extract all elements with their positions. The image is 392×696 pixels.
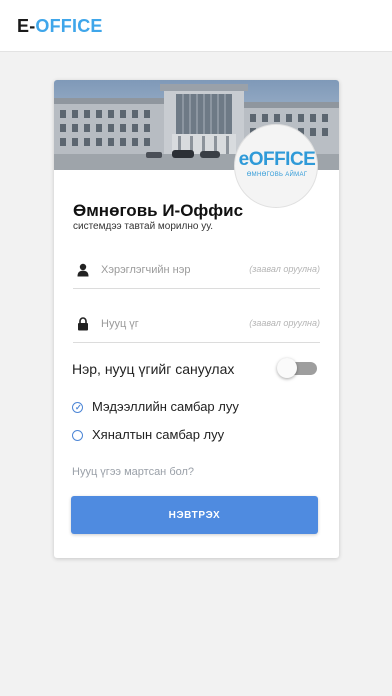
login-card: eOFFICE ӨМНӨГОВЬ АЙМАГ Өмнөговь И-Оффис … bbox=[54, 80, 339, 558]
username-input[interactable] bbox=[101, 260, 241, 280]
destination-label: Хяналтын самбар луу bbox=[92, 427, 225, 442]
lock-icon bbox=[77, 317, 89, 331]
page-title: Өмнөговь И-Оффис bbox=[73, 201, 244, 220]
password-required-hint: (заавал оруулна) bbox=[249, 318, 320, 328]
radio-unchecked-icon bbox=[72, 430, 83, 441]
remember-toggle[interactable] bbox=[277, 358, 319, 378]
user-icon bbox=[77, 263, 89, 277]
logo-wordmark: eOFFICE bbox=[238, 149, 316, 170]
forgot-password-link[interactable]: Нууц үгээ мартсан бол? bbox=[72, 466, 194, 478]
app-header: E-OFFICE bbox=[0, 0, 392, 52]
app-brand: E-OFFICE bbox=[17, 15, 103, 37]
username-required-hint: (заавал оруулна) bbox=[249, 264, 320, 274]
password-input[interactable] bbox=[101, 314, 241, 334]
toggle-knob bbox=[277, 358, 297, 378]
page-subtitle: системдээ тавтай морилно уу. bbox=[73, 221, 213, 232]
remember-label: Нэр, нууц үгийг сануулах bbox=[72, 361, 235, 377]
destination-label: Мэдээллийн самбар луу bbox=[92, 399, 239, 414]
brand-suffix: OFFICE bbox=[35, 16, 103, 36]
password-field: (заавал оруулна) bbox=[73, 305, 320, 343]
brand-prefix: E- bbox=[17, 16, 36, 36]
radio-checked-icon: ✓ bbox=[72, 402, 83, 413]
login-button[interactable]: НЭВТРЭХ bbox=[71, 496, 318, 534]
username-field: (заавал оруулна) bbox=[73, 251, 320, 289]
logo-subtitle: ӨМНӨГОВЬ АЙМАГ bbox=[246, 172, 308, 178]
